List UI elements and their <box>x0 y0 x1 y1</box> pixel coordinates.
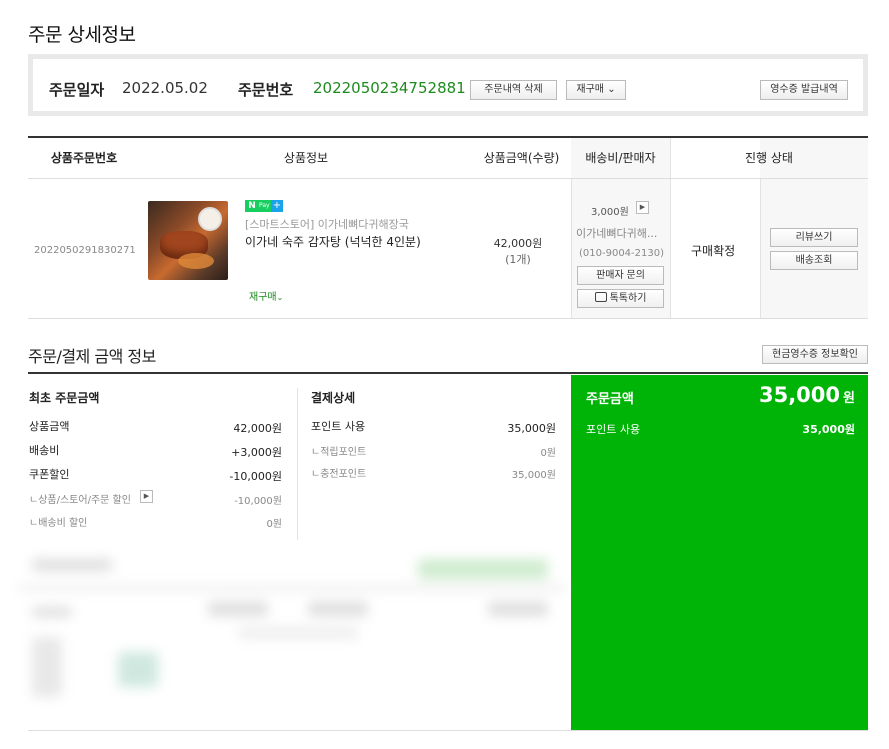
rebuy-dropdown-button[interactable]: 재구매 ⌄ <box>566 80 626 100</box>
total-sub-value: 35,000원 <box>802 423 855 436</box>
chevron-down-icon: ⌄ <box>276 293 284 302</box>
initial-amount-heading: 최초 주문금액 <box>29 391 100 405</box>
total-amount-value: 35,000 <box>758 383 841 407</box>
npay-plus-badge: N Pay + <box>245 200 283 212</box>
chat-bubble-icon <box>594 292 607 302</box>
order-number-value: 2022050234752881 <box>313 79 466 97</box>
write-review-button[interactable]: 리뷰쓰기 <box>770 228 858 247</box>
initial-sub-value: 0원 <box>266 519 282 530</box>
seller-name: 이가네뼈다귀해... <box>576 227 658 240</box>
payment-detail-heading: 결제상세 <box>311 391 356 405</box>
initial-row-value: +3,000원 <box>231 446 282 459</box>
discount-detail-arrow-icon[interactable]: ▶ <box>140 490 153 503</box>
shipping-fee: 3,000원 <box>591 207 629 218</box>
header-status: 진행 상태 <box>670 138 868 179</box>
rebuy-link[interactable]: 재구매⌄ <box>249 288 283 303</box>
total-amount: 35,000 원 <box>759 383 855 407</box>
initial-row-value: -10,000원 <box>229 470 282 483</box>
total-amount-unit: 원 <box>843 391 855 406</box>
shipping-info-arrow-icon[interactable]: ▶ <box>636 201 649 214</box>
track-delivery-button[interactable]: 배송조회 <box>770 251 858 270</box>
initial-sub-label: ㄴ배송비 할인 <box>29 518 88 529</box>
page-title: 주문 상세정보 <box>28 24 136 46</box>
detail-sub-label: ㄴ적립포인트 <box>311 447 367 458</box>
cash-receipt-button[interactable]: 현금영수증 정보확인 <box>762 345 868 364</box>
npay-plus: + <box>271 200 283 212</box>
blurred-content-area <box>18 547 566 727</box>
order-status: 구매확정 <box>691 244 736 258</box>
delete-order-button[interactable]: 주문내역 삭제 <box>470 80 557 100</box>
chevron-down-icon: ⌄ <box>607 84 616 95</box>
initial-row-label: 상품금액 <box>29 420 70 433</box>
order-date-label: 주문일자 <box>49 81 105 99</box>
initial-row-label: 배송비 <box>29 444 60 457</box>
initial-row-value: 42,000원 <box>233 422 282 435</box>
npay-pay: Pay <box>259 200 271 212</box>
store-name[interactable]: [스마트스토어] 이가네뼈다귀해장국 <box>245 216 409 232</box>
payment-section-title: 주문/결제 금액 정보 <box>28 347 156 366</box>
garnish-graphic <box>178 253 214 269</box>
order-summary: 주문일자 2022.05.02 주문번호 2022050234752881 주문… <box>28 54 868 116</box>
header-order-no: 상품주문번호 <box>28 138 140 179</box>
initial-sub-label: ㄴ상품/스토어/주문 할인 <box>29 495 131 506</box>
header-price: 상품금액(수량) <box>472 138 571 179</box>
receipt-history-button[interactable]: 영수증 발급내역 <box>760 80 848 100</box>
order-date-value: 2022.05.02 <box>122 79 208 97</box>
plate-graphic <box>198 207 222 231</box>
product-price: 42,000원 <box>493 237 543 250</box>
rebuy-link-label: 재구매 <box>249 292 277 303</box>
detail-row-value: 35,000원 <box>507 422 556 435</box>
detail-sub-value: 0원 <box>540 448 556 459</box>
npay-n: N <box>245 200 259 212</box>
seller-phone: (010-9004-2130) <box>579 248 665 259</box>
header-product-info: 상품정보 <box>140 138 472 179</box>
rebuy-label: 재구매 <box>576 84 605 95</box>
product-quantity: (1개) <box>505 253 531 266</box>
talktalk-label: 톡톡하기 <box>609 293 647 304</box>
product-table: 상품주문번호 상품정보 상품금액(수량) 배송비/판매자 진행 상태 20220… <box>28 136 868 319</box>
total-label: 주문금액 <box>586 392 634 407</box>
initial-sub-value: -10,000원 <box>234 496 282 507</box>
detail-sub-value: 35,000원 <box>511 470 556 481</box>
product-thumbnail[interactable] <box>148 201 228 280</box>
seller-inquiry-button[interactable]: 판매자 문의 <box>577 266 664 285</box>
order-number-label: 주문번호 <box>238 81 294 99</box>
total-sub-label: 포인트 사용 <box>586 423 641 436</box>
total-amount-panel: 주문금액 35,000 원 포인트 사용 35,000원 <box>571 375 868 730</box>
product-name[interactable]: 이가네 숙주 감자탕 (넉넉한 4인분) <box>245 233 421 250</box>
detail-sub-label: ㄴ충전포인트 <box>311 469 367 480</box>
product-order-number: 2022050291830271 <box>34 245 136 256</box>
talktalk-button[interactable]: 톡톡하기 <box>577 289 664 308</box>
header-shipping: 배송비/판매자 <box>571 138 670 179</box>
detail-row-label: 포인트 사용 <box>311 420 366 433</box>
initial-row-label: 쿠폰할인 <box>29 468 70 481</box>
